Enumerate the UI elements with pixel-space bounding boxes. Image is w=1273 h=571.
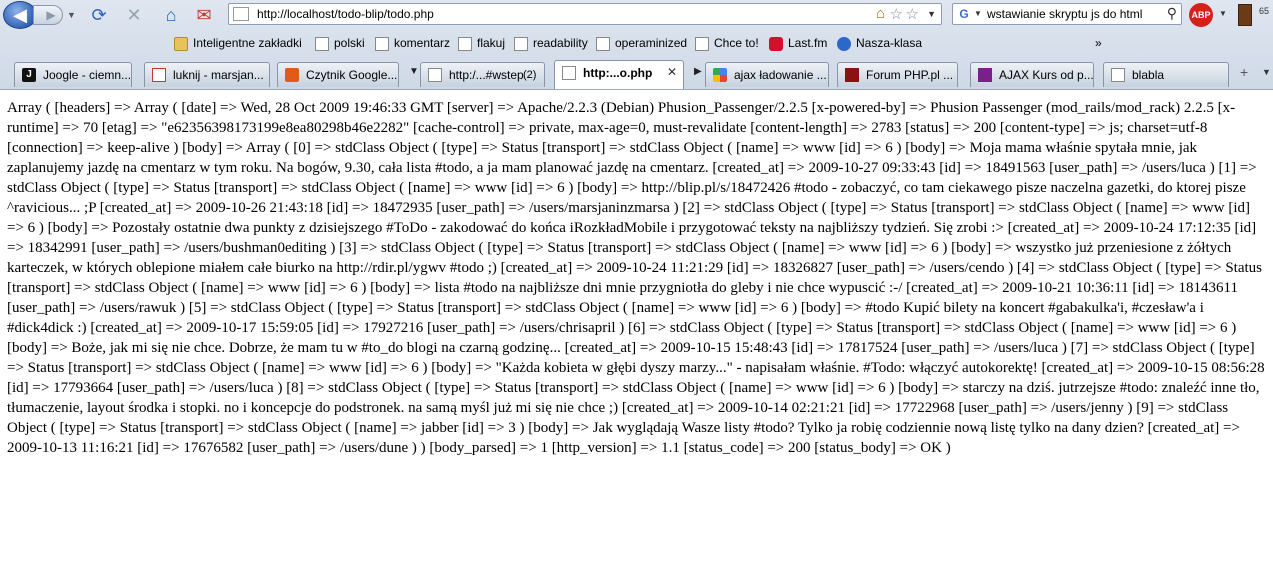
tab[interactable]: ajax ładowanie ... xyxy=(705,62,829,87)
back-arrow-icon: ◀ xyxy=(13,5,27,25)
counter-badge: 65 xyxy=(1259,6,1270,16)
folder-icon xyxy=(174,36,188,51)
page-favicon-icon xyxy=(233,7,249,21)
url-text[interactable]: http://localhost/todo-blip/todo.php xyxy=(257,7,434,21)
tab[interactable]: luknij - marsjan... xyxy=(144,62,270,87)
bookmark-item[interactable]: Inteligentne zakładki xyxy=(174,36,302,54)
bookmark-item[interactable]: Nasza-klasa xyxy=(837,36,922,54)
bookmark-item[interactable]: polski xyxy=(315,36,365,54)
search-bar[interactable]: G ▼ wstawianie skryptu js do html ⚲ xyxy=(952,3,1182,25)
google-icon xyxy=(713,68,727,82)
new-tab-button[interactable]: + xyxy=(1240,64,1248,80)
bookmark-item[interactable]: Chce to! xyxy=(695,36,759,54)
google-reader-icon xyxy=(285,68,299,82)
stop-icon[interactable]: ✕ xyxy=(123,4,145,26)
page-icon xyxy=(458,36,472,51)
tab[interactable]: Forum PHP.pl ... xyxy=(837,62,958,87)
reload-icon[interactable]: ⟳ xyxy=(88,4,110,26)
page-icon xyxy=(315,36,329,51)
tab-group-arrow-icon[interactable]: ▼ xyxy=(409,66,419,77)
forum-php-icon xyxy=(845,68,859,82)
bookmarks-toolbar: Inteligentne zakładki polski komentarz f… xyxy=(0,33,1273,55)
close-tab-icon[interactable]: ✕ xyxy=(667,65,677,79)
nasza-klasa-icon xyxy=(837,36,851,51)
abp-dropdown-icon[interactable]: ▼ xyxy=(1219,9,1227,18)
page-icon xyxy=(428,68,442,82)
page-content: Array ( [headers] => Array ( [date] => W… xyxy=(7,100,1265,456)
google-icon[interactable]: G xyxy=(956,6,972,22)
page-icon xyxy=(375,36,389,51)
tab-list-dropdown-icon[interactable]: ▼ xyxy=(1262,67,1271,77)
bookmarks-overflow-button[interactable]: » xyxy=(1095,36,1102,50)
page-icon xyxy=(514,36,528,51)
tab[interactable]: blabla xyxy=(1103,62,1229,87)
gmail-icon xyxy=(152,68,166,82)
tab-group-arrow-icon[interactable]: ▶ xyxy=(694,66,702,77)
address-bar[interactable]: http://localhost/todo-blip/todo.php ⌂ ☆ … xyxy=(228,3,942,25)
browser-chrome: ◀ ▶ ▼ ⟳ ✕ ⌂ ✉ http://localhost/todo-blip… xyxy=(0,0,1273,90)
bookmark-item[interactable]: Last.fm xyxy=(769,36,827,54)
back-forward-group: ◀ ▶ ▼ xyxy=(3,1,83,29)
history-dropdown-icon[interactable]: ▼ xyxy=(67,10,76,20)
bookmark-item[interactable]: flakuj xyxy=(458,36,505,54)
joogle-icon: J xyxy=(22,68,36,82)
adblock-plus-icon[interactable]: ABP xyxy=(1189,3,1213,27)
page-icon xyxy=(596,36,610,51)
tab-strip: J Joogle - ciemn... luknij - marsjan... C… xyxy=(0,60,1273,89)
forward-arrow-icon: ▶ xyxy=(46,8,56,22)
home-bookmark-icon[interactable]: ⌂ xyxy=(876,5,885,22)
search-icon[interactable]: ⚲ xyxy=(1167,5,1177,22)
lastfm-icon xyxy=(769,36,783,51)
url-dropdown-icon[interactable]: ▼ xyxy=(927,9,936,19)
bookmark-item[interactable]: readability xyxy=(514,36,588,54)
tab-active[interactable]: http:...o.php ✕ xyxy=(554,60,684,89)
page-icon xyxy=(1111,68,1125,82)
ajax-course-icon xyxy=(978,68,992,82)
page-icon xyxy=(695,36,709,51)
navigation-toolbar: ◀ ▶ ▼ ⟳ ✕ ⌂ ✉ http://localhost/todo-blip… xyxy=(0,0,1273,30)
book-icon[interactable] xyxy=(1238,4,1252,26)
star-icon[interactable]: ☆ xyxy=(890,5,903,23)
search-input[interactable]: wstawianie skryptu js do html xyxy=(987,7,1142,21)
star-outline-icon[interactable]: ☆ xyxy=(906,5,919,23)
bookmark-item[interactable]: operaminized xyxy=(596,36,687,54)
back-button[interactable]: ◀ xyxy=(3,1,37,29)
page-icon xyxy=(562,66,576,80)
search-engine-dropdown-icon[interactable]: ▼ xyxy=(974,9,982,18)
tab[interactable]: AJAX Kurs od p... xyxy=(970,62,1094,87)
bookmark-item[interactable]: komentarz xyxy=(375,36,450,54)
home-icon[interactable]: ⌂ xyxy=(160,4,182,26)
mail-icon[interactable]: ✉ xyxy=(193,4,215,26)
tab[interactable]: Czytnik Google... xyxy=(277,62,399,87)
forward-button[interactable]: ▶ xyxy=(33,5,63,25)
tab[interactable]: J Joogle - ciemn... xyxy=(14,62,132,87)
tab[interactable]: http:/...#wstep (2) xyxy=(420,62,545,87)
